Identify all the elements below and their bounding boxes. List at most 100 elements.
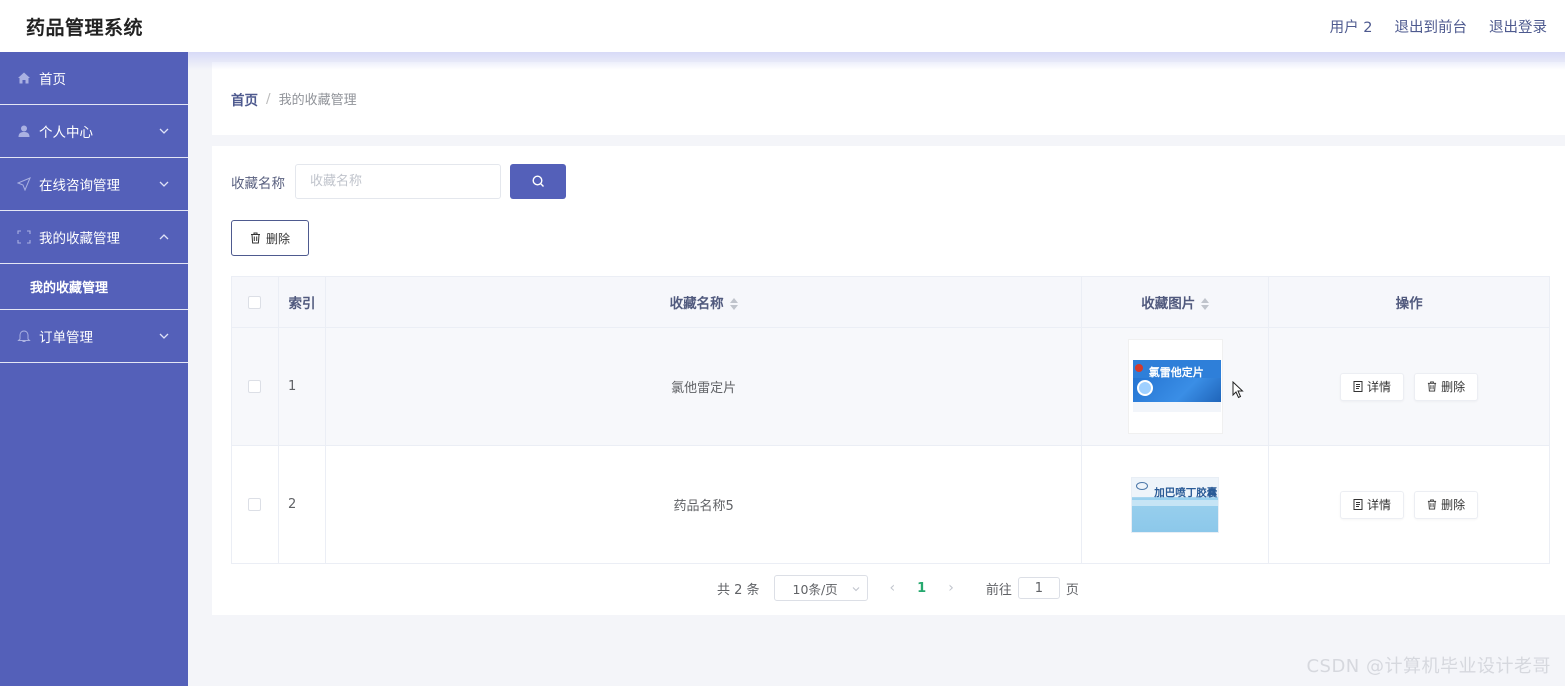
column-header-name[interactable]: 收藏名称	[324, 276, 1083, 328]
row-image-cell: 加巴喷丁胶囊	[1081, 445, 1270, 564]
batch-delete-label: 删除	[265, 231, 290, 246]
document-icon	[1353, 381, 1363, 392]
sidebar-item-label: 在线咨询管理	[39, 178, 120, 194]
delete-button[interactable]: 删除	[1414, 372, 1479, 401]
top-header: 药品管理系统 用户 2 退出到前台 退出登录	[0, 0, 1565, 52]
column-header-image-label: 收藏图片	[1141, 296, 1196, 312]
row-checkbox[interactable]	[248, 380, 262, 393]
detail-label: 详情	[1367, 380, 1392, 394]
search-button[interactable]	[510, 164, 566, 199]
table-row: 1 氯他雷定片 氯雷他定片 详情 删除	[231, 327, 1550, 446]
row-select-cell	[231, 445, 279, 564]
sort-icon[interactable]	[1201, 298, 1210, 310]
sidebar-item-label: 我的收藏管理	[39, 231, 120, 247]
detail-label: 详情	[1367, 498, 1392, 512]
sidebar-item-orders[interactable]: 订单管理	[0, 310, 188, 363]
brand-logo	[1134, 364, 1143, 372]
detail-button[interactable]: 详情	[1340, 372, 1405, 401]
chevron-up-icon	[159, 234, 169, 240]
brand-logo	[1136, 481, 1149, 490]
drug-image[interactable]: 氯雷他定片	[1128, 340, 1222, 433]
row-checkbox[interactable]	[248, 498, 262, 511]
trash-icon	[1428, 381, 1437, 392]
sidebar-item-label: 首页	[39, 72, 66, 88]
sidebar-item-consult[interactable]: 在线咨询管理	[0, 158, 188, 211]
breadcrumb-current: 我的收藏管理	[278, 93, 357, 108]
delete-label: 删除	[1441, 498, 1466, 512]
favorites-table: 索引 收藏名称 收藏图片 操作 1 氯他雷定片 氯雷他定片 详情 删除 2 药品…	[231, 276, 1550, 564]
search-input[interactable]	[295, 164, 501, 199]
pagination: 共 2 条 10条/页 ‹ 1 › 前往 页	[717, 575, 1079, 601]
drug-image[interactable]: 加巴喷丁胶囊	[1132, 477, 1219, 532]
send-icon	[16, 176, 32, 192]
logout-link[interactable]: 退出登录	[1489, 16, 1547, 37]
home-icon	[16, 70, 32, 86]
current-user[interactable]: 用户 2	[1330, 16, 1373, 37]
prev-page-button[interactable]: ‹	[890, 580, 896, 596]
mouse-cursor-icon	[1232, 381, 1244, 399]
row-ops-cell: 详情 删除	[1268, 445, 1550, 564]
search-icon	[531, 175, 544, 187]
sidebar-item-favorites[interactable]: 我的收藏管理	[0, 211, 188, 264]
row-ops-cell: 详情 删除	[1268, 327, 1550, 446]
drug-image-text: 加巴喷丁胶囊	[1154, 486, 1218, 499]
sidebar-item-label: 订单管理	[39, 330, 93, 346]
sidebar-item-home[interactable]: 首页	[0, 52, 188, 105]
column-header-name-label: 收藏名称	[669, 296, 724, 312]
search-row: 收藏名称	[231, 164, 566, 199]
sidebar: 首页 个人中心 在线咨询管理 我的收藏管理 我的收藏管理 订单管理	[0, 52, 188, 686]
row-index: 2	[277, 445, 326, 564]
breadcrumb-home[interactable]: 首页	[231, 89, 258, 109]
header-shadow	[188, 52, 1565, 70]
drug-image-text: 氯雷他定片	[1148, 366, 1204, 379]
chevron-down-icon	[159, 128, 169, 134]
chevron-down-icon	[159, 181, 169, 187]
breadcrumb: 首页 / 我的收藏管理	[212, 62, 1565, 135]
column-header-ops: 操作	[1268, 276, 1550, 328]
row-name: 药品名称5	[324, 445, 1083, 564]
page-size-select[interactable]: 10条/页	[773, 575, 868, 601]
row-index: 1	[277, 327, 326, 446]
frame-icon	[16, 229, 32, 245]
table-row: 2 药品名称5 加巴喷丁胶囊 详情 删除	[231, 445, 1550, 564]
drug-box-strip	[1132, 499, 1219, 506]
page-unit-label: 页	[1065, 582, 1079, 598]
goto-label: 前往	[985, 582, 1012, 598]
select-all-cell	[231, 276, 279, 328]
header-actions: 用户 2 退出到前台 退出登录	[1330, 16, 1547, 37]
drug-box-bottom	[1132, 402, 1221, 412]
sidebar-item-label: 个人中心	[39, 125, 93, 141]
chevron-down-icon	[159, 333, 169, 339]
delete-button[interactable]: 删除	[1414, 490, 1479, 519]
main-content: 收藏名称 删除 索引 收藏名称 收藏图片 操作 1 氯他雷定片	[212, 146, 1565, 615]
delete-label: 删除	[1441, 380, 1466, 394]
select-all-checkbox[interactable]	[248, 295, 262, 309]
column-header-index: 索引	[277, 276, 326, 328]
next-page-button[interactable]: ›	[948, 580, 954, 596]
column-header-image[interactable]: 收藏图片	[1081, 276, 1270, 328]
sidebar-subitem-favorites[interactable]: 我的收藏管理	[0, 264, 188, 310]
trash-icon	[1428, 499, 1437, 510]
chevron-down-icon	[852, 587, 859, 592]
table-header-row: 索引 收藏名称 收藏图片 操作	[231, 276, 1550, 328]
batch-delete-button[interactable]: 删除	[231, 220, 309, 256]
goto-page-input[interactable]	[1017, 577, 1060, 599]
exit-to-front-link[interactable]: 退出到前台	[1395, 16, 1468, 37]
row-name: 氯他雷定片	[324, 327, 1083, 446]
trash-icon	[250, 232, 260, 244]
sort-icon[interactable]	[729, 298, 738, 310]
document-icon	[1353, 499, 1363, 510]
page-size-value: 10条/页	[792, 581, 838, 597]
bell-icon	[16, 328, 32, 344]
row-select-cell	[231, 327, 279, 446]
pagination-total: 共 2 条	[717, 582, 760, 598]
detail-button[interactable]: 详情	[1340, 490, 1405, 519]
app-title: 药品管理系统	[26, 16, 144, 39]
drug-box-emblem	[1136, 380, 1153, 396]
user-icon	[16, 123, 32, 139]
search-label: 收藏名称	[231, 175, 285, 192]
page-number[interactable]: 1	[917, 581, 926, 596]
breadcrumb-separator: /	[266, 90, 271, 107]
watermark: CSDN @计算机毕业设计老哥	[1306, 656, 1551, 677]
sidebar-item-personal-center[interactable]: 个人中心	[0, 105, 188, 158]
